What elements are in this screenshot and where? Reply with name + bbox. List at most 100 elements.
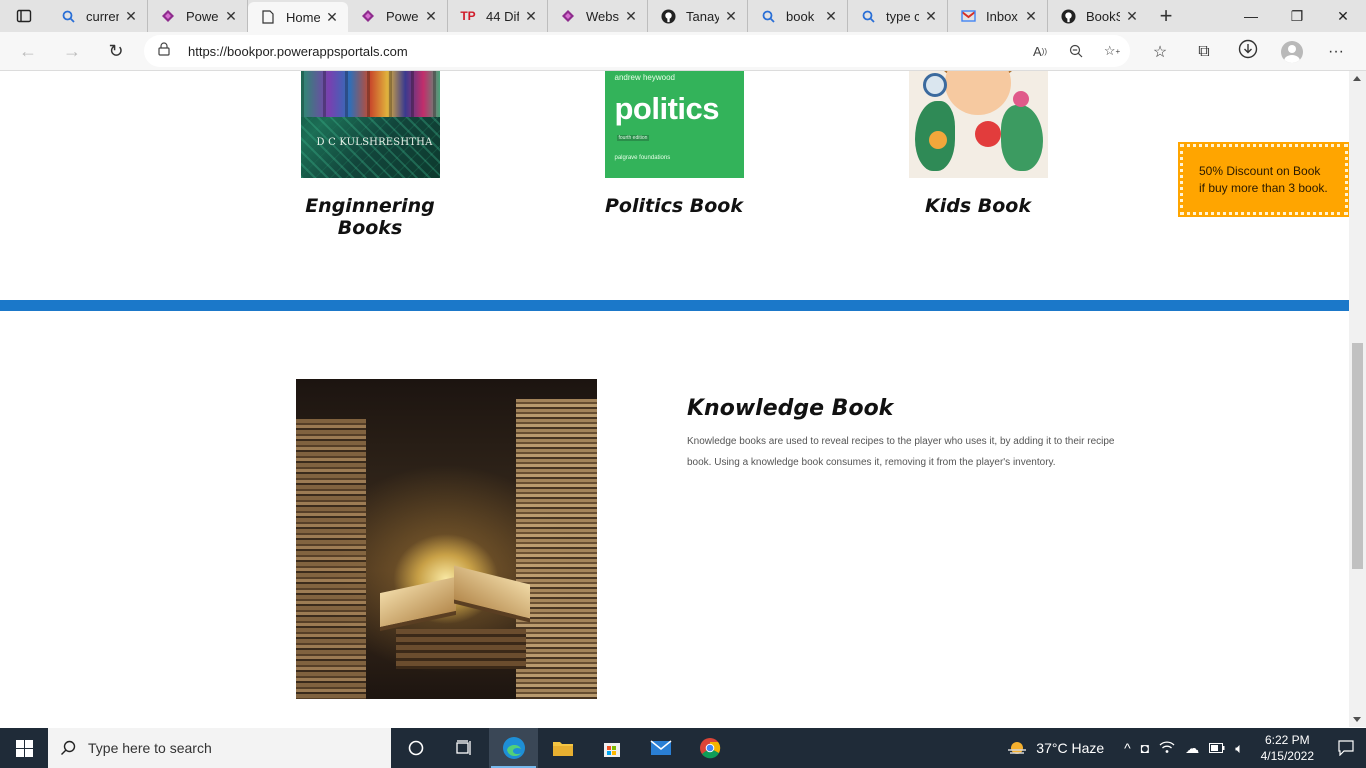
tab-title: 44 Diff: [486, 8, 519, 24]
restore-icon: ❐: [1290, 7, 1304, 24]
restore-button[interactable]: ❐: [1274, 0, 1320, 32]
taskbar-store[interactable]: [587, 728, 636, 768]
close-tab-icon[interactable]: ✕: [923, 8, 939, 25]
url-text[interactable]: https://bookpor.powerappsportals.com: [188, 44, 1022, 59]
close-window-button[interactable]: ✕: [1320, 0, 1366, 32]
cloud-icon: ☁: [1185, 739, 1200, 756]
close-tab-icon[interactable]: ✕: [823, 8, 839, 25]
forward-arrow-icon: →: [63, 40, 81, 61]
tab-title: curren: [86, 8, 119, 24]
engineering-book-cover[interactable]: D C KULSHRESHTHA: [300, 71, 440, 178]
tab-10[interactable]: BookS ✕: [1048, 0, 1148, 32]
close-tab-icon[interactable]: ✕: [523, 8, 539, 25]
category-label[interactable]: Enginnering Books: [270, 195, 470, 239]
tab-title: BookS: [1086, 8, 1120, 24]
politics-book-cover[interactable]: andrew heywood politics fourth edition p…: [604, 71, 744, 178]
minimize-button[interactable]: —: [1228, 0, 1274, 32]
settings-menu-button[interactable]: ···: [1314, 34, 1358, 70]
tab-title: book: [786, 8, 815, 24]
meet-now-button[interactable]: ◘: [1136, 728, 1154, 768]
tab-9[interactable]: Inbox ✕: [948, 0, 1048, 32]
category-engineering[interactable]: D C KULSHRESHTHA Enginnering Books: [270, 71, 470, 239]
tab-7[interactable]: book ✕: [748, 0, 848, 32]
tab-2-active[interactable]: Home ✕: [248, 2, 348, 32]
category-politics[interactable]: andrew heywood politics fourth edition p…: [574, 71, 774, 217]
search-icon: [60, 8, 76, 24]
tab-title: Power: [386, 8, 419, 24]
show-hidden-icons-button[interactable]: ^: [1119, 728, 1136, 768]
close-tab-icon[interactable]: ✕: [723, 8, 739, 25]
close-tab-icon[interactable]: ✕: [324, 9, 340, 26]
collections-button[interactable]: ⧉: [1182, 34, 1226, 70]
refresh-button[interactable]: ↻: [94, 33, 138, 69]
taskbar-file-explorer[interactable]: [538, 728, 587, 768]
lock-icon: [158, 41, 174, 61]
close-tab-icon[interactable]: ✕: [423, 8, 439, 25]
kids-book-cover[interactable]: [908, 71, 1048, 178]
volume-button[interactable]: 🔈︎: [1230, 728, 1248, 768]
store-icon: [603, 743, 620, 757]
onedrive-button[interactable]: ☁: [1180, 728, 1204, 768]
network-button[interactable]: [1154, 728, 1180, 768]
page-scrollbar[interactable]: [1349, 71, 1366, 727]
cortana-button[interactable]: [391, 728, 440, 768]
clock-time: 6:22 PM: [1264, 733, 1310, 747]
tab-5[interactable]: Websit ✕: [548, 0, 648, 32]
cover-title: politics: [614, 91, 720, 126]
weather-haze-icon: [1008, 742, 1027, 754]
powerapps-icon: [360, 8, 376, 24]
zoom-out-icon[interactable]: [1058, 44, 1094, 58]
tab-0[interactable]: curren ✕: [48, 0, 148, 32]
taskbar-search-box[interactable]: Type here to search: [48, 728, 391, 768]
cover-flower: [1012, 91, 1029, 107]
category-label[interactable]: Kids Book: [878, 195, 1078, 217]
tab-actions-button[interactable]: [0, 0, 48, 32]
toolbar-actions: ☆ ⧉ ···: [1138, 32, 1358, 71]
close-tab-icon[interactable]: ✕: [1124, 8, 1140, 25]
scroll-up-arrow-icon[interactable]: [1353, 76, 1361, 81]
category-kids[interactable]: Kids Book: [878, 71, 1078, 217]
add-favorite-icon[interactable]: ☆ +: [1094, 43, 1130, 59]
task-view-button[interactable]: [440, 728, 489, 768]
notifications-button[interactable]: [1326, 728, 1366, 768]
favorites-button[interactable]: ☆: [1138, 34, 1182, 70]
refresh-icon: ↻: [108, 40, 124, 61]
tab-8[interactable]: type c ✕: [848, 0, 948, 32]
taskbar-edge[interactable]: [489, 728, 538, 768]
scroll-down-arrow-icon[interactable]: [1353, 717, 1361, 722]
close-tab-icon[interactable]: ✕: [123, 8, 139, 25]
new-tab-button[interactable]: +: [1148, 0, 1184, 32]
discount-line-2: if buy more than 3 book.: [1199, 180, 1328, 195]
tab-4[interactable]: TP 44 Diff ✕: [448, 0, 548, 32]
close-tab-icon[interactable]: ✕: [1023, 8, 1039, 25]
powerapps-icon: [160, 8, 176, 24]
feature-description: Knowledge books are used to reveal recip…: [687, 436, 1115, 468]
category-label[interactable]: Politics Book: [574, 195, 774, 217]
github-icon: [1060, 8, 1076, 24]
close-tab-icon[interactable]: ✕: [223, 8, 239, 25]
forward-button[interactable]: →: [50, 33, 94, 69]
profile-button[interactable]: [1270, 34, 1314, 70]
back-button[interactable]: ←: [6, 33, 50, 69]
address-bar[interactable]: https://bookpor.powerappsportals.com A))…: [144, 35, 1130, 67]
cover-character-face: [944, 71, 1011, 115]
tab-3[interactable]: Power ✕: [348, 0, 448, 32]
start-button[interactable]: [0, 728, 48, 768]
scrollbar-thumb[interactable]: [1352, 343, 1363, 569]
weather-widget[interactable]: 37°C Haze: [1001, 728, 1109, 768]
clock[interactable]: 6:22 PM 4/15/2022: [1249, 732, 1326, 764]
tab-1[interactable]: Power ✕: [148, 0, 248, 32]
downloads-button[interactable]: [1226, 34, 1270, 70]
tab-6[interactable]: Tanay ✕: [648, 0, 748, 32]
read-aloud-icon[interactable]: A)): [1022, 44, 1058, 59]
battery-button[interactable]: [1204, 728, 1230, 768]
plus-icon: +: [1159, 3, 1173, 28]
page-viewport: D C KULSHRESHTHA Enginnering Books andre…: [0, 71, 1349, 727]
taskbar-mail[interactable]: [636, 728, 685, 768]
taskbar-chrome[interactable]: [685, 728, 734, 768]
cover-flower: [974, 121, 1001, 147]
window-controls: — ❐ ✕: [1228, 0, 1366, 32]
gmail-icon: [960, 8, 976, 24]
avatar: [1281, 40, 1303, 63]
close-tab-icon[interactable]: ✕: [623, 8, 639, 25]
